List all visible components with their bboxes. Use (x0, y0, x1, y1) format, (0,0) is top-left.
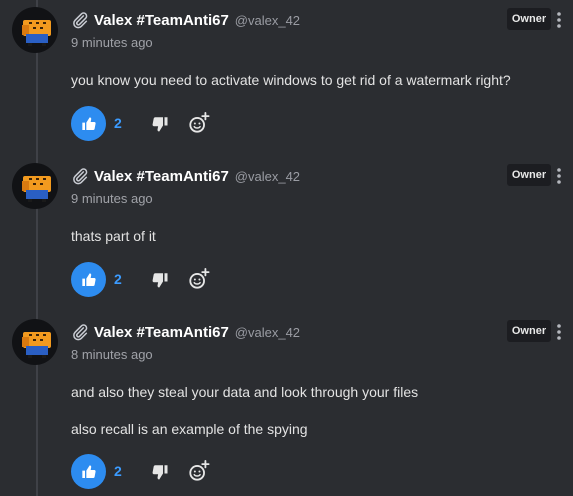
add-reaction-icon[interactable] (188, 460, 210, 482)
like-button[interactable] (71, 454, 106, 489)
author-name[interactable]: Valex #TeamAnti67 (94, 12, 229, 29)
like-count: 2 (114, 271, 122, 287)
comment-actions: 2 (71, 262, 291, 298)
author-row: Valex #TeamAnti67 @valex_42 (71, 166, 300, 186)
author-handle: @valex_42 (234, 324, 301, 340)
add-reaction-icon[interactable] (188, 268, 210, 290)
thumbs-down-icon[interactable] (151, 115, 169, 133)
thumbs-up-icon (81, 464, 96, 478)
owner-badge: Owner (507, 8, 551, 30)
author-handle: @valex_42 (234, 12, 301, 28)
thumbs-down-icon[interactable] (151, 271, 169, 289)
thumbs-up-icon (81, 272, 96, 286)
timestamp: 9 minutes ago (71, 191, 153, 206)
comment-text: also recall is an example of the spying (71, 421, 308, 437)
comment-text: you know you need to activate windows to… (71, 72, 511, 88)
avatar[interactable] (12, 7, 58, 53)
like-button[interactable] (71, 106, 106, 141)
vertical-dots-icon[interactable] (553, 10, 565, 30)
author-handle: @valex_42 (234, 168, 301, 184)
comment-text: and also they steal your data and look t… (71, 384, 419, 400)
comment-actions: 2 (71, 106, 291, 142)
comment-text: thats part of it (71, 228, 156, 244)
like-count: 2 (114, 115, 122, 131)
add-reaction-icon[interactable] (188, 112, 210, 134)
thumbs-down-icon[interactable] (151, 463, 169, 481)
owner-badge: Owner (507, 164, 551, 186)
author-name[interactable]: Valex #TeamAnti67 (94, 168, 229, 185)
comment: Valex #TeamAnti67 @valex_42 9 minutes ag… (0, 0, 573, 156)
author-row: Valex #TeamAnti67 @valex_42 (71, 10, 300, 30)
comment-actions: 2 (71, 454, 291, 490)
author-row: Valex #TeamAnti67 @valex_42 (71, 322, 300, 342)
like-count: 2 (114, 463, 122, 479)
like-button[interactable] (71, 262, 106, 297)
thumbs-up-icon (81, 116, 96, 130)
vertical-dots-icon[interactable] (553, 322, 565, 342)
timestamp: 8 minutes ago (71, 347, 153, 362)
author-name[interactable]: Valex #TeamAnti67 (94, 324, 229, 341)
owner-badge: Owner (507, 320, 551, 342)
timestamp: 9 minutes ago (71, 35, 153, 50)
paperclip-icon (73, 12, 88, 29)
comment: Valex #TeamAnti67 @valex_42 8 minutes ag… (0, 312, 573, 489)
paperclip-icon (73, 168, 88, 185)
avatar[interactable] (12, 319, 58, 365)
avatar[interactable] (12, 163, 58, 209)
paperclip-icon (73, 324, 88, 341)
vertical-dots-icon[interactable] (553, 166, 565, 186)
comment: Valex #TeamAnti67 @valex_42 9 minutes ag… (0, 156, 573, 312)
